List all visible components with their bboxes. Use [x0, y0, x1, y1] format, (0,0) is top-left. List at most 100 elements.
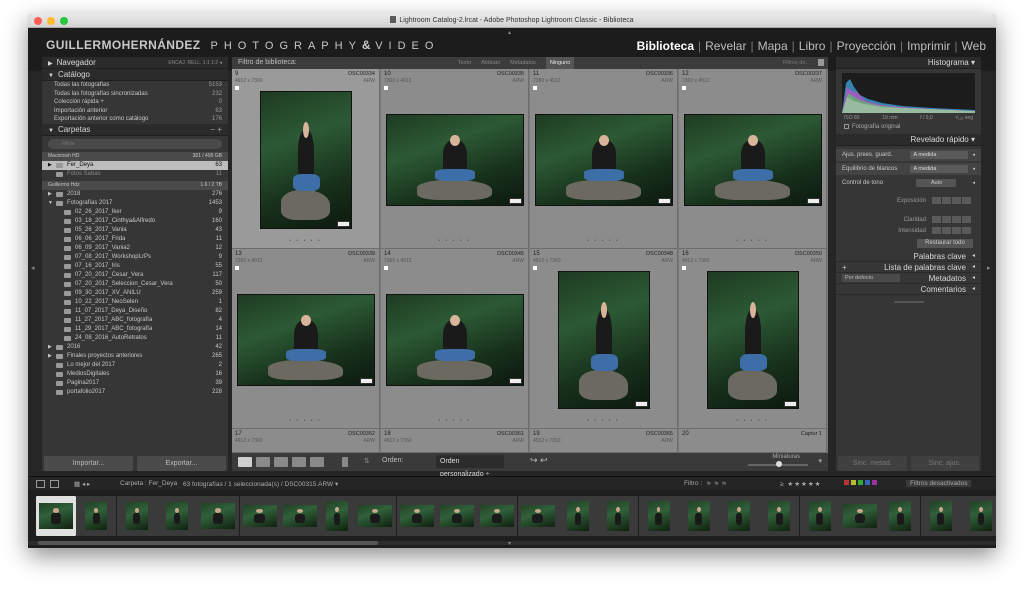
zoom-options[interactable]: ENCAJ. RELL. 1:1 1:2 ◂: [168, 57, 222, 69]
keyword-list-header[interactable]: + Lista de palabras clave ◂: [836, 262, 981, 273]
grid-view-icon[interactable]: [238, 457, 252, 467]
lock-icon[interactable]: [818, 59, 824, 66]
grid-cell[interactable]: 18 DSC00361 4912 x 7360 ARW: [381, 429, 529, 453]
filmstrip-thumbnail[interactable]: [320, 496, 355, 536]
filmstrip-thumbnail[interactable]: [678, 496, 719, 536]
grid-cell[interactable]: 19 DSC00365 4912 x 7360 ARW: [530, 429, 678, 453]
disclosure-triangle-icon[interactable]: ▶: [48, 343, 56, 352]
top-panel-toggle-icon[interactable]: ▴: [508, 29, 511, 36]
add-remove-folder[interactable]: − +: [210, 124, 222, 136]
filter-option[interactable]: Texto: [458, 57, 471, 69]
grid-cell[interactable]: 15 DSC00348 4912 x 7360 ARW • • • • •: [530, 249, 678, 429]
folder-item[interactable]: 24_08_2016_AutoRetratos 11: [42, 334, 228, 343]
spray-can-icon[interactable]: [342, 457, 348, 467]
folder-item[interactable]: 03_18_2017_Cinthya&Alfredo 160: [42, 217, 228, 226]
filter-option[interactable]: Metadatos: [510, 57, 536, 69]
original-photo-checkbox[interactable]: Fotografía original: [836, 123, 981, 134]
filmstrip-scrollbar[interactable]: [28, 541, 996, 545]
filmstrip-thumbnail[interactable]: [557, 496, 598, 536]
folder-item[interactable]: ▶ 2018 276: [42, 190, 228, 199]
filmstrip-thumbnail[interactable]: [36, 496, 76, 536]
photo-thumbnail[interactable]: [707, 271, 799, 409]
quick-collection-marker[interactable]: [682, 266, 686, 270]
saved-preset-select[interactable]: A medida: [910, 151, 969, 159]
compare-view-icon[interactable]: [274, 457, 288, 467]
filmstrip-thumbnail[interactable]: [880, 496, 921, 536]
grid-cell[interactable]: 12 DSC00337 7360 x 4912 ARW • • • • •: [679, 69, 827, 249]
thumbnail-size-slider[interactable]: [748, 461, 808, 467]
rating-dots[interactable]: • • • • •: [232, 238, 379, 244]
slider-knob[interactable]: [776, 461, 782, 467]
filmstrip-thumbnail[interactable]: [156, 496, 197, 536]
filmstrip-thumbnail[interactable]: [116, 496, 157, 536]
filmstrip-thumbnail[interactable]: [920, 496, 961, 536]
auto-tone-button[interactable]: Auto: [916, 179, 957, 187]
rating-dots[interactable]: • • • • •: [232, 418, 379, 424]
rotate-icon[interactable]: ↪ ↩: [530, 455, 548, 466]
photo-thumbnail[interactable]: [260, 91, 352, 229]
grid-cell[interactable]: 9 DSC00334 4912 x 7360 ARW • • • • •: [232, 69, 380, 249]
quick-develop-header[interactable]: Revelado rápido ▾: [836, 134, 981, 146]
filmstrip-thumbnail[interactable]: [759, 496, 800, 536]
metadata-header[interactable]: Por defecto Metadatos ◂: [836, 273, 981, 284]
rating-dots[interactable]: • • • • •: [530, 418, 677, 424]
filmstrip-thumbnail[interactable]: [76, 496, 117, 536]
folder-item[interactable]: ▶ Finales proyectos anteriores 265: [42, 352, 228, 361]
navigator-header[interactable]: ▶ Navegador ENCAJ. RELL. 1:1 1:2 ◂: [42, 57, 228, 69]
filter-option[interactable]: Atributo: [481, 57, 500, 69]
disclosure-triangle-icon[interactable]: ▼: [48, 199, 56, 208]
filmstrip-scroll-thumb[interactable]: [38, 541, 378, 545]
filmstrip-thumbnail[interactable]: [437, 496, 477, 536]
restore-all-button[interactable]: Restaurar todo: [917, 239, 973, 248]
folder-search-input[interactable]: Filtrar: [48, 138, 222, 149]
window-1-icon[interactable]: [36, 480, 45, 488]
quick-collection-marker[interactable]: [533, 266, 537, 270]
catalog-item[interactable]: Colección rápida +0: [42, 98, 228, 107]
filmstrip-thumbnail[interactable]: [197, 496, 240, 536]
catalog-item[interactable]: Todas las fotografías 5153: [42, 81, 228, 90]
metadata-preset-select[interactable]: Por defecto: [842, 274, 900, 282]
catalog-item[interactable]: Todas las fotografías sincronizadas 232: [42, 90, 228, 99]
sync-metadata-button[interactable]: Sinc. metad.: [838, 456, 907, 471]
catalog-item[interactable]: Importación anterior 63: [42, 107, 228, 116]
folder-path[interactable]: Carpeta : Fer_Deya: [120, 480, 177, 487]
color-label-filter[interactable]: [844, 480, 879, 487]
catalog-header[interactable]: ▼ Catálogo: [42, 69, 228, 81]
import-button[interactable]: Importar...: [44, 456, 133, 471]
comments-header[interactable]: Comentarios ◂: [836, 284, 981, 295]
white-balance-select[interactable]: A medida: [910, 165, 969, 173]
disclosure-triangle-icon[interactable]: ▶: [48, 190, 56, 199]
quick-collection-marker[interactable]: [384, 86, 388, 90]
photo-thumbnail[interactable]: [386, 294, 524, 386]
survey-view-icon[interactable]: [292, 457, 306, 467]
folder-item[interactable]: 11_27_2017_ABC_fotografía 4: [42, 316, 228, 325]
volume-guillermo-hdz[interactable]: Guillermo Hdz 1.6 / 2 TB: [42, 180, 228, 190]
window-2-icon[interactable]: [50, 480, 59, 488]
folder-item[interactable]: MediosDigitales 16: [42, 370, 228, 379]
quick-collection-marker[interactable]: [533, 86, 537, 90]
flag-filter-icon[interactable]: ⚑ ⚑ ⚑: [706, 480, 727, 488]
filmstrip-thumbnail[interactable]: [799, 496, 840, 536]
filmstrip-thumbnail[interactable]: [279, 496, 320, 536]
filmstrip-thumbnail[interactable]: [517, 496, 558, 536]
filmstrip-thumbnail[interactable]: [719, 496, 760, 536]
photo-thumbnail[interactable]: [535, 114, 673, 206]
grid-icon[interactable]: ▦ ◂ ▸: [74, 480, 90, 488]
bottom-panel-toggle-icon[interactable]: ▾: [508, 540, 511, 547]
rating-dots[interactable]: • • • • •: [381, 418, 528, 424]
grid-cell[interactable]: 10 DSC00335 7360 x 4912 ARW • • • • •: [381, 69, 529, 249]
histogram-header[interactable]: Histograma ▾: [836, 57, 981, 69]
filters-off-select[interactable]: Filtros desactivados: [906, 480, 972, 487]
folder-item[interactable]: 05_26_2017_Vania 43: [42, 226, 228, 235]
volume-macintosh-hd[interactable]: Macintosh HD 381 / 499 GB: [42, 151, 228, 161]
folders-header[interactable]: ▼ Carpetas − +: [42, 123, 228, 136]
toolbar-menu-icon[interactable]: ▾: [818, 457, 822, 465]
folder-item[interactable]: 07_20_2017_Seleccion_Cesar_Vera 50: [42, 280, 228, 289]
folder-item[interactable]: ▶ 2016 42: [42, 343, 228, 352]
filmstrip-thumbnail[interactable]: [354, 496, 397, 536]
photo-thumbnail[interactable]: [386, 114, 524, 206]
folder-item[interactable]: Lo mejor del 2017 2: [42, 361, 228, 370]
module-0[interactable]: Biblioteca: [633, 39, 698, 53]
module-2[interactable]: Mapa: [754, 39, 792, 53]
filmstrip-thumbnail[interactable]: [477, 496, 518, 536]
